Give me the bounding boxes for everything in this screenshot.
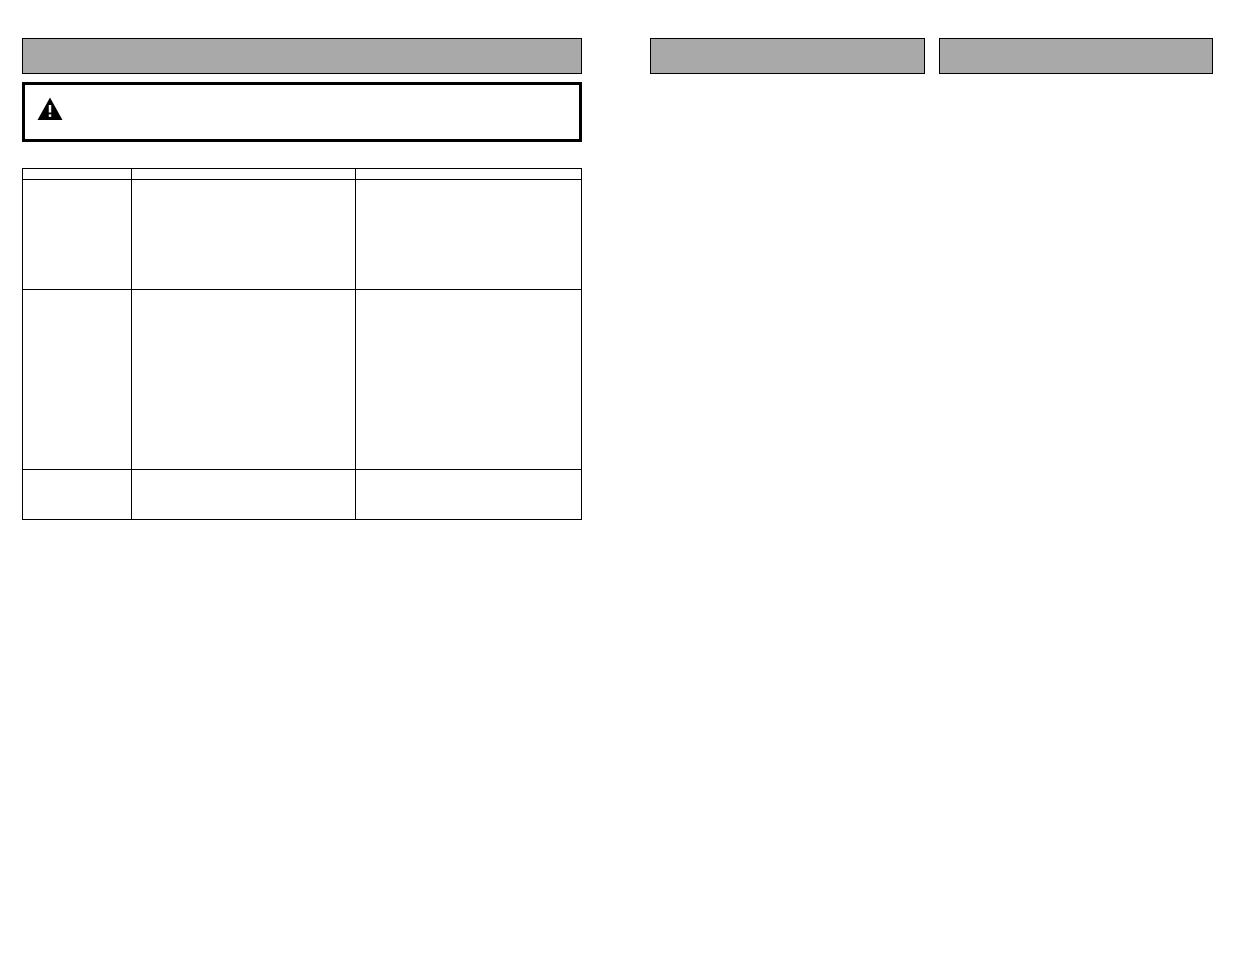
th-2 — [355, 169, 581, 180]
right-header-row — [650, 38, 1213, 82]
spec-table — [22, 168, 582, 520]
table-row — [23, 470, 582, 520]
left-section-header — [22, 38, 582, 74]
td — [23, 290, 132, 470]
th-0 — [23, 169, 132, 180]
td — [355, 180, 581, 290]
warning-box — [22, 82, 582, 142]
td — [131, 180, 355, 290]
table-header-row — [23, 169, 582, 180]
warning-icon — [35, 95, 65, 125]
table-row — [23, 290, 582, 470]
right-section-header-1 — [650, 38, 925, 74]
td — [131, 290, 355, 470]
right-section-header-2 — [939, 38, 1214, 74]
td — [355, 290, 581, 470]
td — [23, 470, 132, 520]
td — [131, 470, 355, 520]
left-column — [22, 38, 582, 954]
td — [23, 180, 132, 290]
td — [355, 470, 581, 520]
document-page — [0, 0, 1235, 954]
right-column — [650, 38, 1213, 954]
th-1 — [131, 169, 355, 180]
table-row — [23, 180, 582, 290]
